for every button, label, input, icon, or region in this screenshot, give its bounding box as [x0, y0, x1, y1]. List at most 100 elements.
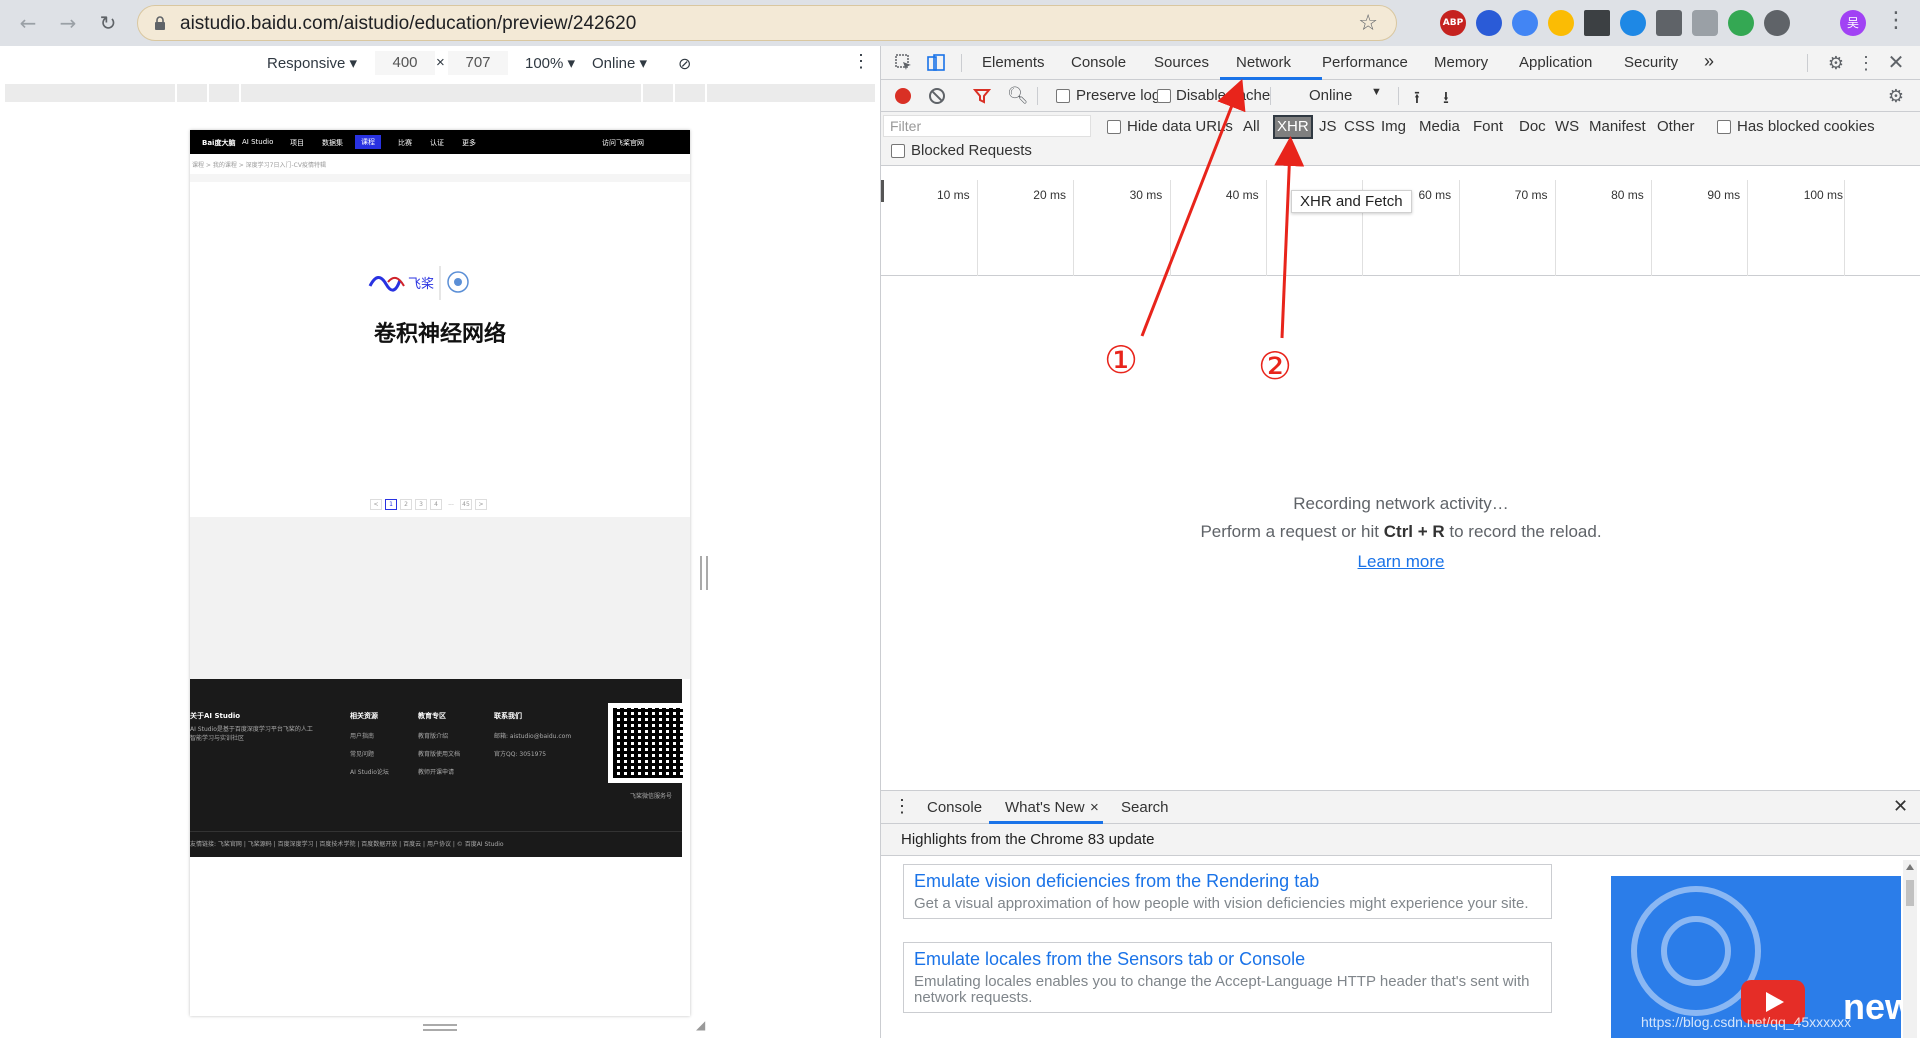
chrome-ext-icon[interactable]: [1548, 10, 1574, 36]
settings-gear-icon[interactable]: ⚙: [1825, 52, 1847, 74]
filter-type-all[interactable]: All: [1243, 118, 1260, 135]
nav-item-datasets[interactable]: 数据集: [322, 138, 343, 148]
device-more-icon[interactable]: ⋮: [852, 51, 870, 72]
pager-page[interactable]: 2: [400, 499, 412, 510]
nav-item-competitions[interactable]: 比赛: [398, 138, 412, 148]
tab-security[interactable]: Security: [1624, 54, 1678, 71]
filter-type-js[interactable]: JS: [1319, 118, 1337, 135]
import-har-icon[interactable]: ⭱: [1414, 85, 1420, 114]
chevron-down-icon[interactable]: ▼: [1371, 86, 1382, 98]
footer-email[interactable]: 邮箱: aistudio@baidu.com: [494, 731, 571, 740]
devtools-menu-icon[interactable]: ⋮: [1855, 52, 1877, 74]
pager-page[interactable]: 1: [385, 499, 397, 510]
close-drawer-icon[interactable]: ✕: [1893, 796, 1908, 817]
bug-ext-icon[interactable]: [1728, 10, 1754, 36]
pager-page[interactable]: 45: [460, 499, 472, 510]
pager-next[interactable]: >: [475, 499, 487, 510]
has-blocked-cookies-checkbox[interactable]: [1717, 120, 1731, 134]
drawer-tab-search[interactable]: Search: [1121, 799, 1169, 816]
puzzle-icon[interactable]: [1764, 10, 1790, 36]
browser-menu-icon[interactable]: ⋮: [1885, 10, 1907, 32]
viewport-resize-handle-right[interactable]: [700, 556, 708, 590]
firefox-relay-icon[interactable]: [1476, 10, 1502, 36]
viewport-resize-handle-bottom[interactable]: [423, 1024, 457, 1031]
filter-type-font[interactable]: Font: [1473, 118, 1503, 135]
footer-link[interactable]: 用户指南: [350, 731, 374, 740]
pager-prev[interactable]: <: [370, 499, 382, 510]
baidu-logo[interactable]: Bai度大脑: [202, 138, 235, 148]
filter-input[interactable]: Filter: [883, 115, 1091, 137]
tab-sources[interactable]: Sources: [1154, 54, 1209, 71]
network-settings-gear-icon[interactable]: ⚙: [1885, 85, 1907, 107]
footer-link[interactable]: AI Studio论坛: [350, 767, 389, 776]
drawer-menu-icon[interactable]: ⋮: [893, 796, 911, 817]
preserve-log-checkbox[interactable]: [1056, 89, 1070, 103]
inspect-element-icon[interactable]: [893, 52, 915, 74]
nav-item-courses[interactable]: 课程: [355, 135, 381, 149]
network-throttle-select[interactable]: Online: [1309, 87, 1352, 104]
filter-type-doc[interactable]: Doc: [1519, 118, 1546, 135]
address-bar[interactable]: aistudio.baidu.com/aistudio/education/pr…: [137, 5, 1397, 41]
translate-icon[interactable]: [1512, 10, 1538, 36]
news-card[interactable]: Emulate vision deficiencies from the Ren…: [903, 864, 1552, 919]
drawer-tab-console[interactable]: Console: [927, 799, 982, 816]
footer-link[interactable]: 教育版使用文档: [418, 749, 460, 758]
nav-item-projects[interactable]: 项目: [290, 138, 304, 148]
nav-item-certification[interactable]: 认证: [430, 138, 444, 148]
drawer-scrollbar[interactable]: [1903, 860, 1917, 1038]
filter-funnel-icon[interactable]: [973, 87, 991, 105]
blocked-requests-checkbox[interactable]: [891, 144, 905, 158]
pager-page[interactable]: 3: [415, 499, 427, 510]
close-tab-icon[interactable]: ×: [1090, 799, 1099, 816]
viewport-height-input[interactable]: 707: [448, 51, 508, 75]
filter-type-xhr[interactable]: XHR: [1273, 115, 1313, 139]
tab-network[interactable]: Network: [1236, 54, 1291, 71]
shield-ext-icon[interactable]: [1620, 10, 1646, 36]
media-query-bar[interactable]: [5, 84, 875, 102]
news-title[interactable]: Emulate vision deficiencies from the Ren…: [914, 871, 1541, 892]
cursor-ext-icon[interactable]: [1584, 10, 1610, 36]
viewport-width-input[interactable]: 400: [375, 51, 435, 75]
tab-application[interactable]: Application: [1519, 54, 1592, 71]
tab-ext-icon[interactable]: [1656, 10, 1682, 36]
export-har-icon[interactable]: ⭳: [1443, 85, 1449, 114]
filter-type-manifest[interactable]: Manifest: [1589, 118, 1646, 135]
paddle-site-link[interactable]: 访问飞桨官网: [602, 138, 644, 148]
hide-data-urls-checkbox[interactable]: [1107, 120, 1121, 134]
learn-more-link[interactable]: Learn more: [1358, 552, 1445, 571]
clear-button[interactable]: [929, 88, 945, 104]
record-button[interactable]: [895, 88, 911, 104]
filter-type-css[interactable]: CSS: [1344, 118, 1375, 135]
zoom-select[interactable]: 100% ▾: [525, 54, 575, 72]
tab-memory[interactable]: Memory: [1434, 54, 1488, 71]
disable-cache-checkbox[interactable]: [1157, 89, 1171, 103]
throttle-select[interactable]: Online ▾: [592, 54, 647, 72]
filter-type-other[interactable]: Other: [1657, 118, 1695, 135]
device-toolbar-icon[interactable]: [925, 52, 947, 74]
incognito-ext-icon[interactable]: [1692, 10, 1718, 36]
filter-type-img[interactable]: Img: [1381, 118, 1406, 135]
profile-avatar[interactable]: 吴: [1840, 10, 1866, 36]
footer-link[interactable]: 教师开课申请: [418, 767, 454, 776]
footer-link[interactable]: 常见问题: [350, 749, 374, 758]
viewport-resize-corner-icon[interactable]: ◢: [696, 1018, 710, 1032]
filter-type-media[interactable]: Media: [1419, 118, 1460, 135]
tab-elements[interactable]: Elements: [982, 54, 1045, 71]
forward-icon[interactable]: →: [54, 9, 82, 37]
nav-item-more[interactable]: 更多: [462, 138, 476, 148]
news-title[interactable]: Emulate locales from the Sensors tab or …: [914, 949, 1541, 970]
drawer-tab-whats-new[interactable]: What's New: [1005, 799, 1085, 816]
more-tabs-icon[interactable]: »: [1704, 51, 1714, 72]
close-devtools-icon[interactable]: ✕: [1885, 52, 1907, 74]
filter-type-ws[interactable]: WS: [1555, 118, 1579, 135]
tab-console[interactable]: Console: [1071, 54, 1126, 71]
rotate-icon[interactable]: ⊘: [678, 54, 691, 74]
reload-icon[interactable]: ↻: [94, 9, 122, 37]
adblock-icon[interactable]: ABP: [1440, 10, 1466, 36]
back-icon[interactable]: ←: [14, 9, 42, 37]
tab-performance[interactable]: Performance: [1322, 54, 1408, 71]
device-mode-select[interactable]: Responsive ▾: [267, 54, 357, 72]
search-icon[interactable]: 🔍︎: [1007, 86, 1029, 106]
footer-bottom-links[interactable]: 友情链接: 飞桨官网 | 飞桨源码 | 百度深度学习 | 百度技术学院 | 百度…: [190, 839, 504, 848]
bookmark-star-icon[interactable]: ☆: [1358, 11, 1378, 36]
